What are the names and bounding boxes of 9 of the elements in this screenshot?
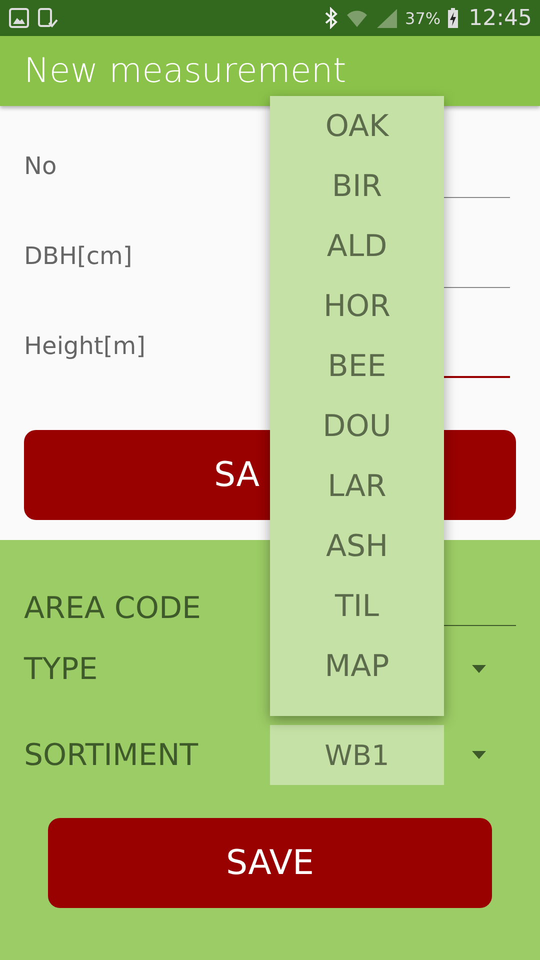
field-label: DBH[cm] <box>24 242 132 272</box>
clock: 12:45 <box>468 6 532 30</box>
field-label: No <box>24 152 57 182</box>
battery-level: 37% <box>405 8 441 28</box>
screen-title: New measurement <box>24 51 346 91</box>
field-label: AREA CODE <box>24 591 202 626</box>
field-label: TYPE <box>24 652 99 686</box>
field-label: Height[m] <box>24 332 146 362</box>
field-label: SORTIMENT <box>24 738 200 772</box>
